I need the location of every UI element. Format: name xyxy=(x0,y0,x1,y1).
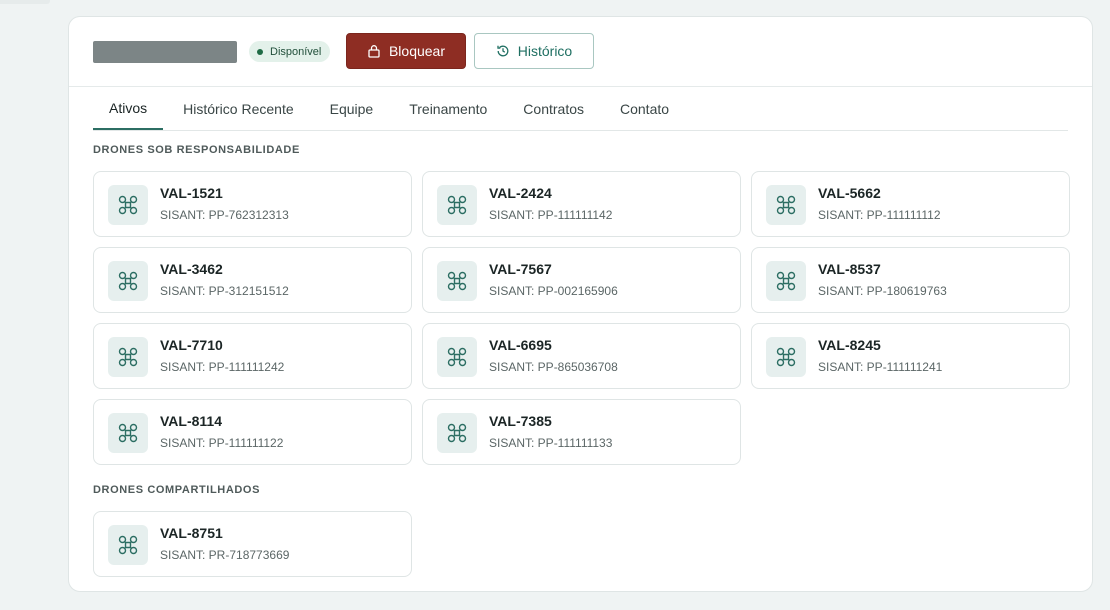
tab-contato[interactable]: Contato xyxy=(604,87,685,130)
drone-name: VAL-3462 xyxy=(160,261,223,277)
lock-icon xyxy=(367,44,381,58)
drone-sisant-code: SISANT: PP-111111133 xyxy=(489,436,613,450)
drone-sisant-code: SISANT: PP-312151512 xyxy=(160,284,289,298)
drone-sisant-code: SISANT: PP-762312313 xyxy=(160,208,289,222)
drone-sisant-code: SISANT: PP-002165906 xyxy=(489,284,618,298)
drone-card[interactable]: VAL-3462 SISANT: PP-312151512 xyxy=(93,247,412,313)
drone-icon xyxy=(437,261,477,301)
drone-name: VAL-8537 xyxy=(818,261,881,277)
owned-drones-title: DRONES SOB RESPONSABILIDADE xyxy=(93,144,300,156)
drone-card[interactable]: VAL-8245 SISANT: PP-111111241 xyxy=(751,323,1070,389)
drone-card[interactable]: VAL-1521 SISANT: PP-762312313 xyxy=(93,171,412,237)
drone-name: VAL-7567 xyxy=(489,261,552,277)
history-button-label: Histórico xyxy=(517,43,573,59)
drone-card[interactable]: VAL-8114 SISANT: PP-111111122 xyxy=(93,399,412,465)
shared-drones-title: DRONES COMPARTILHADOS xyxy=(93,484,261,496)
drone-card[interactable]: VAL-8537 SISANT: PP-180619763 xyxy=(751,247,1070,313)
drone-sisant-code: SISANT: PP-111111112 xyxy=(818,208,941,222)
drone-sisant-code: SISANT: PP-111111242 xyxy=(160,360,285,374)
drone-card[interactable]: VAL-5662 SISANT: PP-111111112 xyxy=(751,171,1070,237)
drone-icon xyxy=(108,337,148,377)
drone-sisant-code: SISANT: PP-111111142 xyxy=(489,208,613,222)
drone-icon xyxy=(437,413,477,453)
drone-name: VAL-8114 xyxy=(160,413,222,429)
status-label: Disponível xyxy=(270,45,322,58)
block-button[interactable]: Bloquear xyxy=(346,33,466,69)
drone-icon xyxy=(766,337,806,377)
drone-card[interactable]: VAL-7385 SISANT: PP-111111133 xyxy=(422,399,741,465)
drone-card[interactable]: VAL-7567 SISANT: PP-002165906 xyxy=(422,247,741,313)
drone-icon xyxy=(437,185,477,225)
drone-name: VAL-2424 xyxy=(489,185,552,201)
drone-sisant-code: SISANT: PP-111111122 xyxy=(160,436,284,450)
drone-name: VAL-8751 xyxy=(160,525,223,541)
drone-card[interactable]: VAL-6695 SISANT: PP-865036708 xyxy=(422,323,741,389)
history-icon xyxy=(496,44,510,58)
drone-card[interactable]: VAL-8751 SISANT: PR-718773669 xyxy=(93,511,412,577)
redacted-name xyxy=(93,41,237,63)
tab-equipe[interactable]: Equipe xyxy=(314,87,390,130)
tab-contratos[interactable]: Contratos xyxy=(507,87,600,130)
drone-icon xyxy=(766,185,806,225)
tab-bar: Ativos Histórico Recente Equipe Treiname… xyxy=(93,87,1068,131)
drone-icon xyxy=(437,337,477,377)
drone-icon xyxy=(108,185,148,225)
drone-name: VAL-8245 xyxy=(818,337,881,353)
drone-card[interactable]: VAL-2424 SISANT: PP-111111142 xyxy=(422,171,741,237)
drone-icon xyxy=(108,413,148,453)
drone-name: VAL-7710 xyxy=(160,337,223,353)
drone-name: VAL-7385 xyxy=(489,413,552,429)
top-edge-decoration xyxy=(0,0,50,4)
drone-sisant-code: SISANT: PP-180619763 xyxy=(818,284,947,298)
profile-header: Disponível Bloquear Histórico xyxy=(69,17,1092,87)
drone-icon xyxy=(766,261,806,301)
tab-ativos[interactable]: Ativos xyxy=(93,87,164,130)
drone-icon xyxy=(108,525,148,565)
status-badge: Disponível xyxy=(249,41,331,62)
drone-card[interactable]: VAL-7710 SISANT: PP-111111242 xyxy=(93,323,412,389)
tab-treinamento[interactable]: Treinamento xyxy=(393,87,503,130)
drone-name: VAL-5662 xyxy=(818,185,881,201)
tab-historico-recente[interactable]: Histórico Recente xyxy=(167,87,310,130)
drone-name: VAL-1521 xyxy=(160,185,223,201)
history-button[interactable]: Histórico xyxy=(474,33,594,69)
status-dot xyxy=(257,48,263,55)
drone-name: VAL-6695 xyxy=(489,337,552,353)
profile-card: Disponível Bloquear Histórico Ativos His… xyxy=(68,16,1093,592)
drone-sisant-code: SISANT: PR-718773669 xyxy=(160,548,290,562)
drone-sisant-code: SISANT: PP-865036708 xyxy=(489,360,618,374)
drone-sisant-code: SISANT: PP-111111241 xyxy=(818,360,943,374)
block-button-label: Bloquear xyxy=(388,43,446,59)
drone-icon xyxy=(108,261,148,301)
